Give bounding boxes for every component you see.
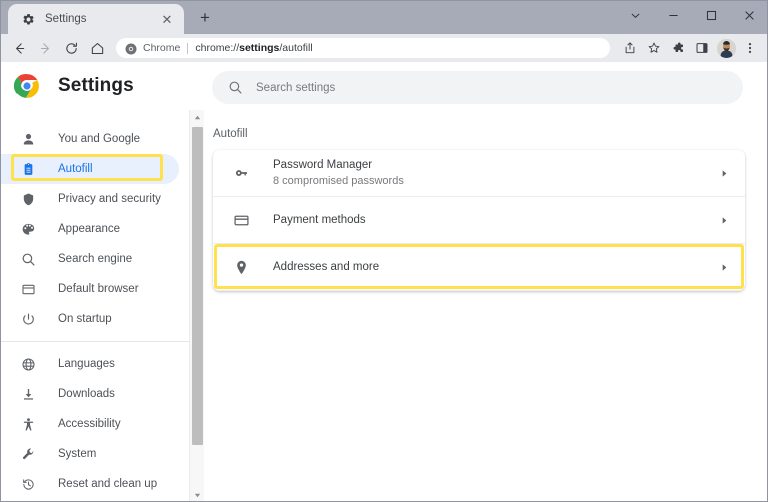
search-input-placeholder: Search settings <box>256 81 336 94</box>
extensions-puzzle-icon[interactable] <box>666 36 690 60</box>
globe-icon <box>20 356 37 373</box>
omnibox-url: chrome://settings/autofill <box>195 42 312 54</box>
sidebar-item-label: Appearance <box>58 223 121 235</box>
tab-title: Settings <box>45 13 87 25</box>
window-controls <box>616 0 768 30</box>
scrollbar-thumb[interactable] <box>192 127 203 445</box>
autofill-card: Password Manager 8 compromised passwords <box>213 150 745 291</box>
bookmark-star-icon[interactable] <box>642 36 666 60</box>
person-icon <box>20 131 37 148</box>
page-title: Settings <box>58 75 134 96</box>
history-restore-icon <box>20 476 37 493</box>
settings-page: Settings Search settings You and Google <box>0 62 768 502</box>
sidebar-item-downloads[interactable]: Downloads <box>0 379 179 409</box>
row-password-manager[interactable]: Password Manager 8 compromised passwords <box>213 150 745 197</box>
row-title: Addresses and more <box>273 260 380 273</box>
browser-tab-settings[interactable]: Settings ✕ <box>8 4 184 34</box>
sidebar-item-system[interactable]: System <box>0 439 179 469</box>
back-arrow-icon[interactable] <box>6 35 32 61</box>
section-title-autofill: Autofill <box>213 128 248 140</box>
settings-main-content: Autofill Password Manager 8 compromised … <box>205 110 768 502</box>
sidebar-scrollbar[interactable] <box>189 110 204 502</box>
new-tab-button[interactable]: + <box>191 4 219 32</box>
search-icon <box>20 251 37 268</box>
browser-window-icon <box>20 281 37 298</box>
address-bar[interactable]: Chrome chrome://settings/autofill <box>116 38 610 58</box>
search-settings-field[interactable]: Search settings <box>212 71 743 104</box>
close-icon[interactable] <box>730 0 768 30</box>
row-title: Password Manager <box>273 158 373 171</box>
maximize-icon[interactable] <box>692 0 730 30</box>
sidebar-item-privacy-and-security[interactable]: Privacy and security <box>0 184 179 214</box>
key-icon <box>232 164 250 182</box>
side-panel-icon[interactable] <box>690 36 714 60</box>
sidebar-item-label: Reset and clean up <box>58 478 158 490</box>
browser-toolbar: Chrome chrome://settings/autofill <box>0 34 768 62</box>
sidebar-item-on-startup[interactable]: On startup <box>0 304 179 334</box>
sidebar-item-label: Accessibility <box>58 418 121 430</box>
shield-icon <box>20 191 37 208</box>
sidebar-item-search-engine[interactable]: Search engine <box>0 244 179 274</box>
avatar <box>716 38 736 58</box>
sidebar-item-appearance[interactable]: Appearance <box>0 214 179 244</box>
sidebar-item-label: Privacy and security <box>58 193 161 205</box>
sidebar-item-accessibility[interactable]: Accessibility <box>0 409 179 439</box>
location-pin-icon <box>232 258 250 276</box>
omnibox-separator <box>187 42 189 54</box>
sidebar-item-label: You and Google <box>58 133 141 145</box>
sidebar-item-label: System <box>58 448 97 460</box>
row-title: Payment methods <box>273 213 366 226</box>
sidebar-item-label: Downloads <box>58 388 115 400</box>
scrollbar-up-arrow-icon[interactable] <box>190 110 204 124</box>
chrome-icon <box>125 42 137 55</box>
sidebar-item-default-browser[interactable]: Default browser <box>0 274 179 304</box>
accessibility-icon <box>20 416 37 433</box>
sidebar-item-label: On startup <box>58 313 112 325</box>
settings-sidebar: You and Google Autofill Privacy and secu… <box>0 110 189 502</box>
omnibox-site-label: Chrome <box>143 42 181 54</box>
sidebar-item-languages[interactable]: Languages <box>0 349 179 379</box>
sidebar-item-label: Search engine <box>58 253 133 265</box>
tab-close-icon[interactable]: ✕ <box>158 10 176 28</box>
row-addresses-and-more[interactable]: Addresses and more <box>213 244 745 291</box>
browser-window: Settings ✕ + Chrome chrome://settings/au… <box>0 0 768 502</box>
title-bar: Settings ✕ + <box>0 0 768 34</box>
chrome-menu-icon[interactable] <box>738 36 762 60</box>
palette-icon <box>20 221 37 238</box>
credit-card-icon <box>232 211 250 229</box>
minimize-icon[interactable] <box>654 0 692 30</box>
sidebar-divider <box>0 341 189 342</box>
sidebar-item-you-and-google[interactable]: You and Google <box>0 124 179 154</box>
row-subtitle: 8 compromised passwords <box>273 174 404 187</box>
clipboard-icon <box>20 161 37 178</box>
avatar-button[interactable] <box>714 36 738 60</box>
share-icon[interactable] <box>618 36 642 60</box>
forward-arrow-icon <box>32 35 58 61</box>
sidebar-item-reset-and-clean-up[interactable]: Reset and clean up <box>0 469 179 499</box>
sidebar-item-label: Languages <box>58 358 115 370</box>
power-icon <box>20 311 37 328</box>
row-text: Password Manager 8 compromised passwords <box>273 158 715 189</box>
chevron-right-icon <box>715 216 729 225</box>
row-text: Payment methods <box>273 213 715 228</box>
url-prefix: chrome:// <box>195 42 240 54</box>
chevron-right-icon <box>715 169 729 178</box>
chevron-down-icon[interactable] <box>616 0 654 30</box>
scrollbar-down-arrow-icon[interactable] <box>190 488 204 502</box>
wrench-icon <box>20 446 37 463</box>
gear-icon <box>20 11 36 27</box>
url-bold-part: settings <box>239 42 280 54</box>
chevron-right-icon <box>715 263 729 272</box>
sidebar-item-label: Default browser <box>58 283 139 295</box>
home-icon[interactable] <box>84 35 110 61</box>
url-suffix: /autofill <box>279 42 313 54</box>
chrome-logo <box>13 73 40 99</box>
row-payment-methods[interactable]: Payment methods <box>213 197 745 244</box>
reload-icon[interactable] <box>58 35 84 61</box>
row-text: Addresses and more <box>273 260 715 275</box>
sidebar-item-label: Autofill <box>58 163 93 175</box>
sidebar-item-autofill[interactable]: Autofill <box>0 154 179 184</box>
download-icon <box>20 386 37 403</box>
search-icon <box>228 80 243 95</box>
